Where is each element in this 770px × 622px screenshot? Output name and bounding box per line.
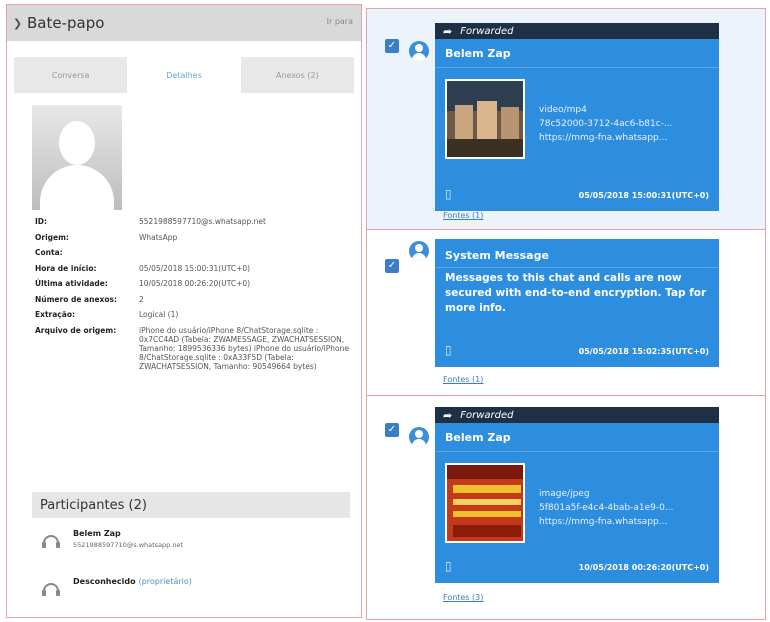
detail-row: Arquivo de origem: iPhone do usuário/iPho… xyxy=(35,326,355,371)
tab-detalhes[interactable]: Detalhes xyxy=(127,57,241,93)
detail-key: ID: xyxy=(35,217,48,226)
detail-row: Origem: WhatsApp xyxy=(35,233,355,242)
attachment-url[interactable]: https://mmg-fna.whatsapp... xyxy=(539,515,673,529)
detail-row: Número de anexos: 2 xyxy=(35,295,355,304)
forwarded-bar: ➦ Forwarded xyxy=(435,23,719,39)
sources-link[interactable]: Fontes (1) xyxy=(443,211,483,220)
headset-icon xyxy=(42,535,60,548)
system-message-text: Messages to this chat and calls are now … xyxy=(445,272,707,314)
chat-details-panel: ❯ Bate-papo Ir para Conversa Detalhes An… xyxy=(6,4,362,618)
message-timestamp: 05/05/2018 15:00:31(UTC+0) xyxy=(578,191,709,200)
participant-id: 5521988597710@s.whatsapp.net xyxy=(73,541,184,549)
detail-value: 10/05/2018 00:26:20(UTC+0) xyxy=(139,279,251,288)
detail-value: Logical (1) xyxy=(139,310,179,319)
detail-row: Conta: xyxy=(35,248,355,257)
detail-row: ID: 5521988597710@s.whatsapp.net xyxy=(35,217,355,226)
detail-key: Número de anexos: xyxy=(35,294,117,304)
detail-value: iPhone do usuário/iPhone 8/ChatStorage.s… xyxy=(139,325,349,371)
message-checkbox[interactable]: ✓ xyxy=(385,259,399,273)
message-bubble[interactable]: System Message Messages to this chat and… xyxy=(435,239,719,367)
sender-divider xyxy=(435,67,719,68)
forwarded-bar: ➦ Forwarded xyxy=(435,407,719,423)
conversation-panel: ✓ ➦ Forwarded Belem Zap video/mp4 78c5200… xyxy=(366,8,766,620)
attachment-type: image/jpeg xyxy=(539,489,590,499)
phone-icon: ▯ xyxy=(445,343,452,357)
thumbnail-image xyxy=(447,81,523,157)
message-timestamp: 10/05/2018 00:26:20(UTC+0) xyxy=(578,563,709,572)
avatar-body-shape xyxy=(40,165,114,210)
participant-name: Belem Zap xyxy=(73,529,121,538)
detail-key: Hora de início: xyxy=(35,263,97,273)
detail-value: 5521988597710@s.whatsapp.net xyxy=(139,217,266,226)
collapse-arrow-icon[interactable]: ❯ xyxy=(13,17,23,30)
detail-key: Conta: xyxy=(35,248,63,257)
detail-value xyxy=(139,248,349,257)
participant-name-text: Desconhecido xyxy=(73,577,136,586)
forwarded-label: Forwarded xyxy=(460,25,514,37)
video-thumbnail[interactable] xyxy=(445,79,525,159)
sender-avatar-icon xyxy=(409,241,429,261)
forward-arrow-icon: ➦ xyxy=(443,408,453,422)
detail-key: Extração: xyxy=(35,310,75,319)
message-divider xyxy=(367,229,765,230)
message-divider xyxy=(367,395,765,396)
tab-anexos[interactable]: Anexos (2) xyxy=(240,57,354,93)
message-checkbox[interactable]: ✓ xyxy=(385,39,399,53)
participants-header: Participantes (2) xyxy=(32,492,350,518)
sender-avatar-icon xyxy=(409,41,429,61)
message-bubble[interactable]: ➦ Forwarded Belem Zap image/jpeg 5f801a5f… xyxy=(435,407,719,583)
detail-value: WhatsApp xyxy=(139,232,178,242)
attachment-info: image/jpeg 5f801a5f-e4c4-4bab-a1e9-0... … xyxy=(539,487,673,529)
headset-icon xyxy=(42,583,60,596)
message-sender: Belem Zap xyxy=(445,431,511,444)
phone-icon: ▯ xyxy=(445,559,452,573)
attachment-url[interactable]: https://mmg-fna.whatsapp... xyxy=(539,131,673,145)
detail-row: Extração: Logical (1) xyxy=(35,310,355,319)
thumbnail-image xyxy=(447,465,523,541)
attachment-filename: 5f801a5f-e4c4-4bab-a1e9-0... xyxy=(539,503,674,513)
message-timestamp: 05/05/2018 15:02:35(UTC+0) xyxy=(578,347,709,356)
message-bubble[interactable]: ➦ Forwarded Belem Zap video/mp4 78c52000-… xyxy=(435,23,719,211)
detail-row: Última atividade: 10/05/2018 00:26:20(UTC… xyxy=(35,279,355,288)
forward-arrow-icon: ➦ xyxy=(443,24,453,38)
detail-row: Hora de início: 05/05/2018 15:00:31(UTC+0… xyxy=(35,264,355,273)
participant-name: Desconhecido (proprietário) xyxy=(73,577,192,586)
attachment-filename: 78c52000-3712-4ac6-b81c-... xyxy=(539,119,673,129)
message-checkbox[interactable]: ✓ xyxy=(385,423,399,437)
panel-header: ❯ Bate-papo Ir para xyxy=(7,5,361,41)
message-sender: Belem Zap xyxy=(445,47,511,60)
detail-value: 2 xyxy=(139,294,144,304)
contact-avatar xyxy=(32,105,122,210)
forwarded-label: Forwarded xyxy=(460,409,514,421)
participant-item[interactable]: Desconhecido (proprietário) xyxy=(41,577,192,597)
detail-tabs: Conversa Detalhes Anexos (2) xyxy=(14,57,354,93)
message-sender: System Message xyxy=(445,249,549,262)
sources-link[interactable]: Fontes (1) xyxy=(443,375,483,384)
detail-key: Última atividade: xyxy=(35,279,108,288)
detail-key: Arquivo de origem: xyxy=(35,325,117,335)
sender-avatar-icon xyxy=(409,427,429,447)
attachment-type: video/mp4 xyxy=(539,105,587,115)
goto-link[interactable]: Ir para xyxy=(327,17,353,26)
phone-icon: ▯ xyxy=(445,187,452,201)
attachment-info: video/mp4 78c52000-3712-4ac6-b81c-... ht… xyxy=(539,103,673,145)
tab-conversa[interactable]: Conversa xyxy=(14,57,128,93)
sender-divider xyxy=(435,451,719,452)
detail-value: 05/05/2018 15:00:31(UTC+0) xyxy=(139,263,251,273)
owner-link[interactable]: (proprietário) xyxy=(139,577,192,586)
details-list: ID: 5521988597710@s.whatsapp.net Origem: W… xyxy=(35,217,355,377)
image-thumbnail[interactable] xyxy=(445,463,525,543)
sources-link[interactable]: Fontes (3) xyxy=(443,593,483,602)
participant-item[interactable]: Belem Zap 5521988597710@s.whatsapp.net xyxy=(41,529,183,549)
panel-title: Bate-papo xyxy=(27,14,105,32)
avatar-head-shape xyxy=(59,121,95,165)
detail-key: Origem: xyxy=(35,232,69,242)
sender-divider xyxy=(435,267,719,268)
